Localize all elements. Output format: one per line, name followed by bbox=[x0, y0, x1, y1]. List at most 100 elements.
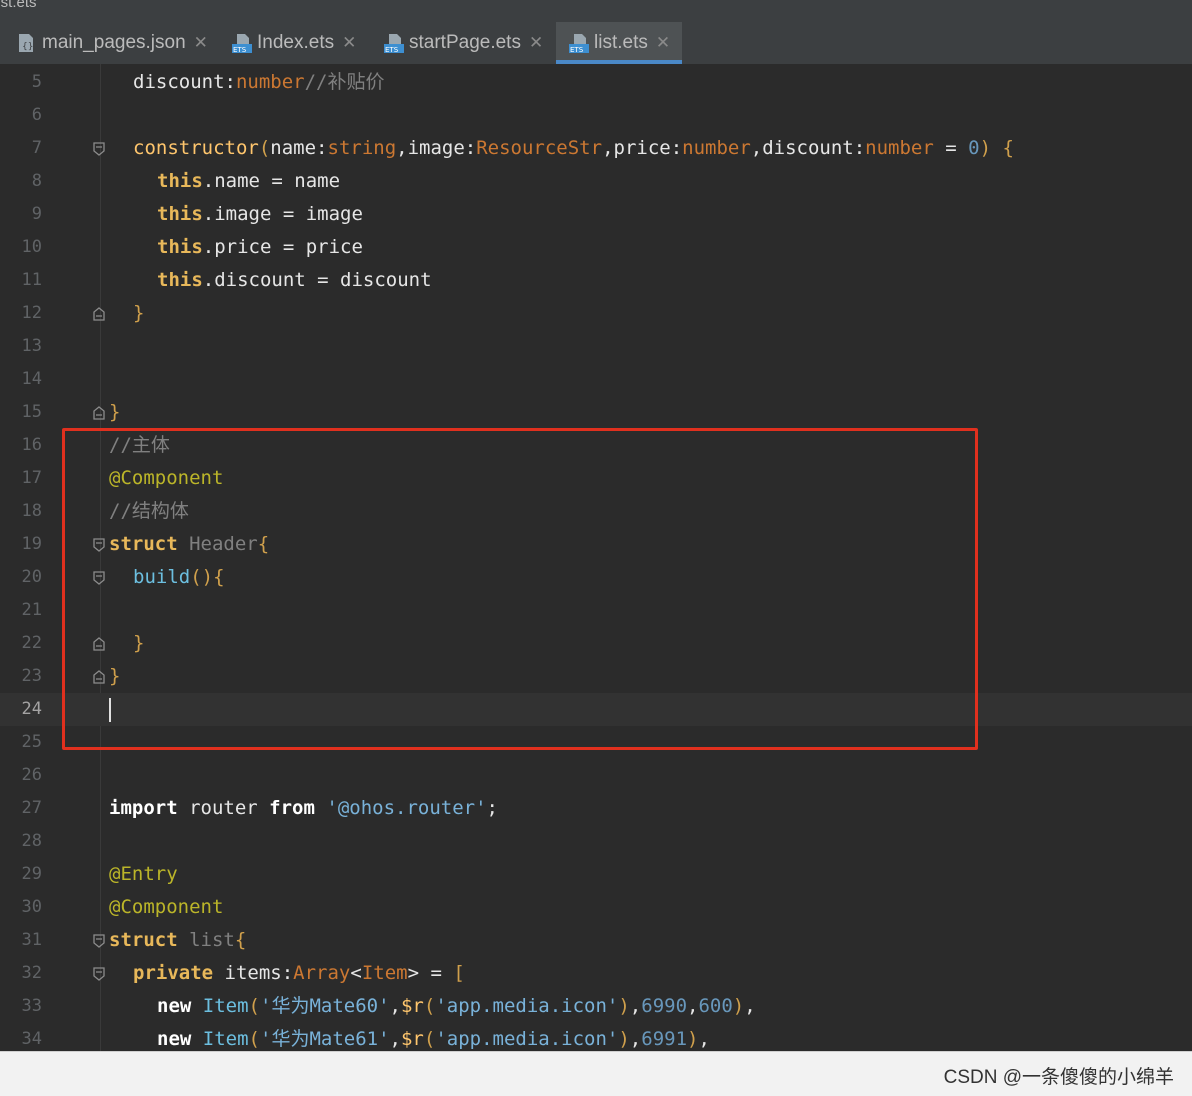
code-line[interactable]: 18 //结构体 bbox=[0, 495, 1192, 528]
code-token: ( bbox=[258, 137, 271, 159]
code-text: discount:number//补贴价 bbox=[133, 66, 385, 99]
code-line[interactable]: 28 bbox=[0, 825, 1192, 858]
fold-marker-icon[interactable] bbox=[93, 670, 105, 684]
fold-marker-icon[interactable] bbox=[93, 934, 105, 948]
line-number: 33 bbox=[21, 996, 42, 1016]
tab-list-ets[interactable]: ETS list.ets ✕ bbox=[556, 22, 683, 64]
code-token: : bbox=[224, 71, 236, 93]
code-token: ) bbox=[618, 995, 630, 1017]
svg-text:ETS: ETS bbox=[570, 46, 584, 54]
code-line[interactable]: 15} bbox=[0, 396, 1192, 429]
code-line[interactable]: 17 @Component bbox=[0, 462, 1192, 495]
code-line[interactable]: 22} bbox=[0, 627, 1192, 660]
line-number: 20 bbox=[21, 567, 42, 587]
code-token: ; bbox=[486, 797, 498, 819]
code-text: @Entry bbox=[109, 858, 178, 891]
line-number: 9 bbox=[31, 204, 42, 224]
code-text: } bbox=[109, 396, 120, 429]
code-line[interactable]: 14 bbox=[0, 363, 1192, 396]
code-token: ( bbox=[423, 995, 436, 1017]
code-token: { bbox=[257, 533, 270, 555]
code-line[interactable]: 10 this.price = price bbox=[0, 231, 1192, 264]
code-line[interactable]: 30 @Component bbox=[0, 891, 1192, 924]
code-token: this bbox=[157, 170, 203, 192]
code-line[interactable]: 24 bbox=[0, 693, 1192, 726]
code-token: 6990 bbox=[641, 995, 688, 1017]
code-token: = bbox=[933, 137, 969, 159]
code-line[interactable]: 20 build(){ bbox=[0, 561, 1192, 594]
tab-main-pages-json[interactable]: {} main_pages.json ✕ bbox=[16, 22, 208, 64]
code-token: 'app.media.icon' bbox=[435, 1028, 619, 1050]
code-text: new Item('华为Mate61',$r('app.media.icon')… bbox=[157, 1023, 710, 1051]
code-token: list bbox=[189, 929, 235, 951]
fold-marker-icon[interactable] bbox=[93, 307, 105, 321]
fold-marker-icon[interactable] bbox=[93, 538, 105, 552]
code-line[interactable]: 34 new Item('华为Mate61',$r('app.media.icon… bbox=[0, 1023, 1192, 1051]
code-line[interactable]: 13 bbox=[0, 330, 1192, 363]
line-number: 23 bbox=[21, 666, 42, 686]
code-token: } bbox=[133, 632, 145, 654]
svg-text:{}: {} bbox=[22, 42, 33, 52]
code-token: '@ohos.router' bbox=[326, 797, 487, 819]
code-text: } bbox=[133, 297, 144, 330]
code-token: 6991 bbox=[641, 1028, 688, 1050]
svg-text:ETS: ETS bbox=[233, 46, 247, 54]
code-token: ) bbox=[687, 1028, 699, 1050]
code-line[interactable]: 33 new Item('华为Mate60',$r('app.media.icon… bbox=[0, 990, 1192, 1023]
fold-marker-icon[interactable] bbox=[93, 967, 105, 981]
code-token: '华为Mate61' bbox=[260, 1028, 390, 1050]
code-editor[interactable]: 5 discount:number//补贴价 6 7 constructor(name:… bbox=[0, 64, 1192, 1051]
fold-marker-icon[interactable] bbox=[93, 571, 105, 585]
code-text: @Component bbox=[109, 462, 223, 495]
code-line[interactable]: 25 bbox=[0, 726, 1192, 759]
code-token: ) bbox=[618, 1028, 630, 1050]
code-line[interactable]: 12} bbox=[0, 297, 1192, 330]
code-token: .name = name bbox=[202, 170, 341, 192]
fold-marker-icon[interactable] bbox=[93, 406, 105, 420]
code-token: string bbox=[327, 137, 397, 159]
line-number: 15 bbox=[21, 402, 42, 422]
ets-file-icon: ETS bbox=[383, 32, 404, 54]
code-token: this bbox=[157, 269, 203, 291]
line-number: 17 bbox=[21, 468, 42, 488]
code-text: struct Header{ bbox=[109, 528, 269, 561]
code-line[interactable]: 32 private items:Array<Item> = [ bbox=[0, 957, 1192, 990]
code-token: ( bbox=[248, 1028, 260, 1050]
line-number: 18 bbox=[21, 501, 42, 521]
code-line[interactable]: 21 bbox=[0, 594, 1192, 627]
code-line[interactable]: 5 discount:number//补贴价 bbox=[0, 66, 1192, 99]
code-line[interactable]: 7 constructor(name:string,image:ResourceS… bbox=[0, 132, 1192, 165]
tab-index-ets[interactable]: ETS Index.ets ✕ bbox=[231, 22, 356, 64]
code-token: ,discount: bbox=[750, 137, 866, 159]
code-line[interactable]: 6 bbox=[0, 99, 1192, 132]
code-token: //结构体 bbox=[109, 500, 189, 522]
code-line[interactable]: 31 struct list{ bbox=[0, 924, 1192, 957]
code-token: '华为Mate60' bbox=[260, 995, 390, 1017]
code-token: > = bbox=[407, 962, 454, 984]
code-line[interactable]: 16 //主体 bbox=[0, 429, 1192, 462]
close-icon[interactable]: ✕ bbox=[656, 33, 670, 53]
code-token: } bbox=[109, 665, 121, 687]
fold-marker-icon[interactable] bbox=[93, 637, 105, 651]
code-token: @Component bbox=[109, 467, 224, 489]
code-line[interactable]: 11 this.discount = discount bbox=[0, 264, 1192, 297]
code-line[interactable]: 26 bbox=[0, 759, 1192, 792]
code-token: .price = price bbox=[202, 236, 363, 258]
editor-tab-bar: {} main_pages.json ✕ ETS Index.ets ✕ ETS… bbox=[0, 22, 1192, 65]
code-token: struct bbox=[109, 929, 178, 951]
close-icon[interactable]: ✕ bbox=[342, 33, 356, 53]
code-line[interactable]: 8 this.name = name bbox=[0, 165, 1192, 198]
code-line[interactable]: 23} bbox=[0, 660, 1192, 693]
code-line[interactable]: 9 this.image = image bbox=[0, 198, 1192, 231]
fold-marker-icon[interactable] bbox=[93, 142, 105, 156]
code-line[interactable]: 29 @Entry bbox=[0, 858, 1192, 891]
tab-startpage-ets[interactable]: ETS startPage.ets ✕ bbox=[383, 22, 543, 64]
code-line[interactable]: 19 struct Header{ bbox=[0, 528, 1192, 561]
close-icon[interactable]: ✕ bbox=[529, 33, 543, 53]
close-icon[interactable]: ✕ bbox=[194, 33, 208, 53]
line-number: 34 bbox=[21, 1029, 42, 1049]
code-line[interactable]: 27 import router from '@ohos.router'; bbox=[0, 792, 1192, 825]
code-token: { bbox=[234, 929, 247, 951]
window-title-bar: list.ets bbox=[0, 0, 1192, 22]
